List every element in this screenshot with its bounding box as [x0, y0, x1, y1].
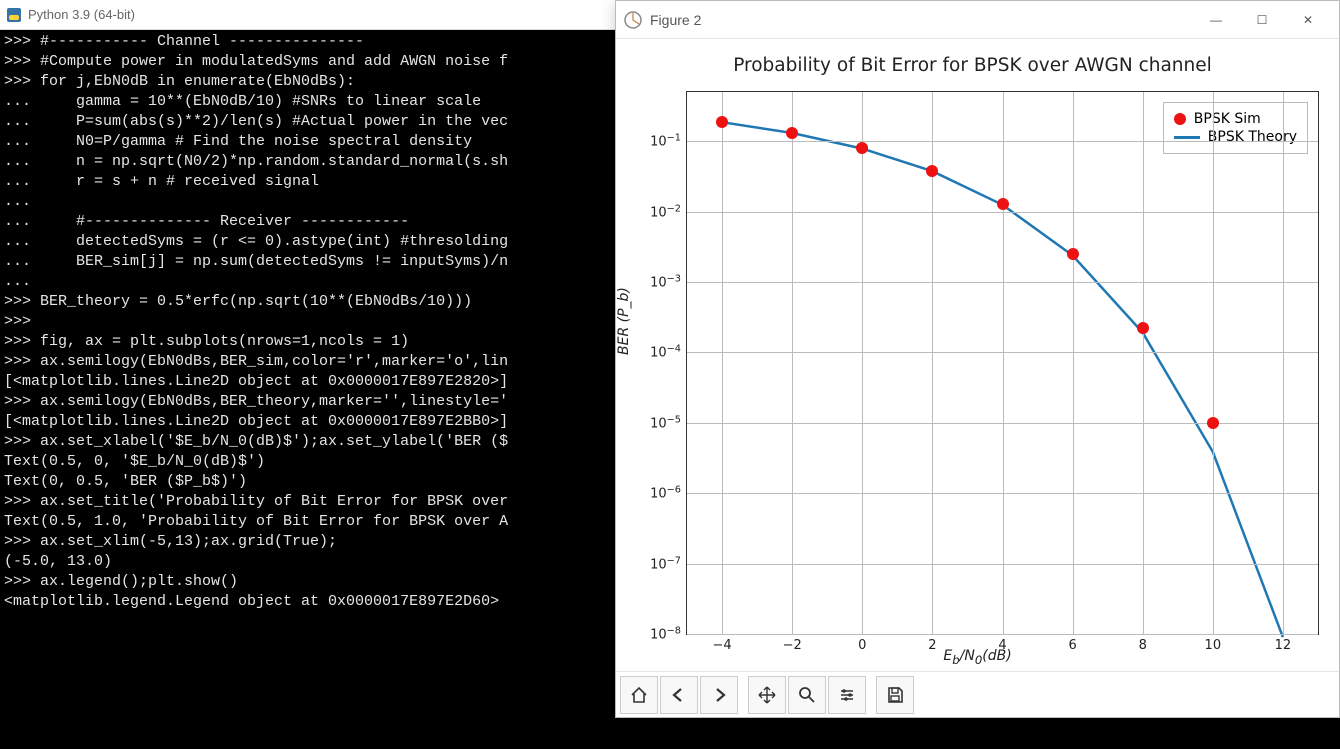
ytick: 10−8 — [650, 625, 681, 642]
figure-maximize-button[interactable]: ☐ — [1239, 5, 1285, 35]
x-axis-label: Eb/N0(dB) — [943, 648, 1011, 667]
figure-titlebar: Figure 2 — ☐ ✕ — [616, 1, 1339, 39]
data-point — [856, 142, 868, 154]
gridline-v — [1213, 92, 1214, 634]
data-point — [786, 127, 798, 139]
y-axis-label: BER (P_b) — [616, 287, 632, 355]
data-point — [1207, 417, 1219, 429]
xtick: 8 — [1139, 638, 1147, 653]
gridline-v — [862, 92, 863, 634]
mpl-toolbar — [616, 671, 1339, 717]
data-point — [1067, 248, 1079, 260]
matplotlib-figure-window: Figure 2 — ☐ ✕ Probability of Bit Error … — [615, 0, 1340, 718]
forward-button[interactable] — [700, 676, 738, 714]
gridline-v — [1073, 92, 1074, 634]
gridline-v — [722, 92, 723, 634]
data-point — [997, 198, 1009, 210]
gridline-v — [1003, 92, 1004, 634]
ytick: 10−3 — [650, 273, 681, 290]
mpl-icon — [624, 11, 642, 29]
axes[interactable]: BPSK Sim BPSK Theory 10−110−210−310−410−… — [686, 91, 1319, 635]
data-point — [1137, 322, 1149, 334]
xtick: 2 — [928, 638, 936, 653]
gridline-v — [1283, 92, 1284, 634]
gridline-v — [1143, 92, 1144, 634]
plot-title: Probability of Bit Error for BPSK over A… — [616, 55, 1329, 76]
gridline-h — [687, 634, 1318, 635]
xtick: 12 — [1275, 638, 1292, 653]
zoom-button[interactable] — [788, 676, 826, 714]
pan-button[interactable] — [748, 676, 786, 714]
home-button[interactable] — [620, 676, 658, 714]
ytick: 10−2 — [650, 203, 681, 220]
gridline-v — [792, 92, 793, 634]
data-point — [716, 116, 728, 128]
figure-title: Figure 2 — [650, 12, 1193, 28]
back-button[interactable] — [660, 676, 698, 714]
save-button[interactable] — [876, 676, 914, 714]
plot-area: Probability of Bit Error for BPSK over A… — [616, 39, 1339, 671]
data-point — [926, 165, 938, 177]
ytick: 10−4 — [650, 344, 681, 361]
figure-close-button[interactable]: ✕ — [1285, 5, 1331, 35]
xtick: 10 — [1205, 638, 1222, 653]
xtick: 6 — [1068, 638, 1076, 653]
xtick: −4 — [712, 638, 731, 653]
xtick: 0 — [858, 638, 866, 653]
figure-minimize-button[interactable]: — — [1193, 5, 1239, 35]
configure-button[interactable] — [828, 676, 866, 714]
ytick: 10−1 — [650, 133, 681, 150]
ytick: 10−7 — [650, 555, 681, 572]
ytick: 10−5 — [650, 414, 681, 431]
figure-window-controls: — ☐ ✕ — [1193, 5, 1331, 35]
python-icon — [6, 7, 22, 23]
ytick: 10−6 — [650, 485, 681, 502]
xtick: −2 — [783, 638, 802, 653]
